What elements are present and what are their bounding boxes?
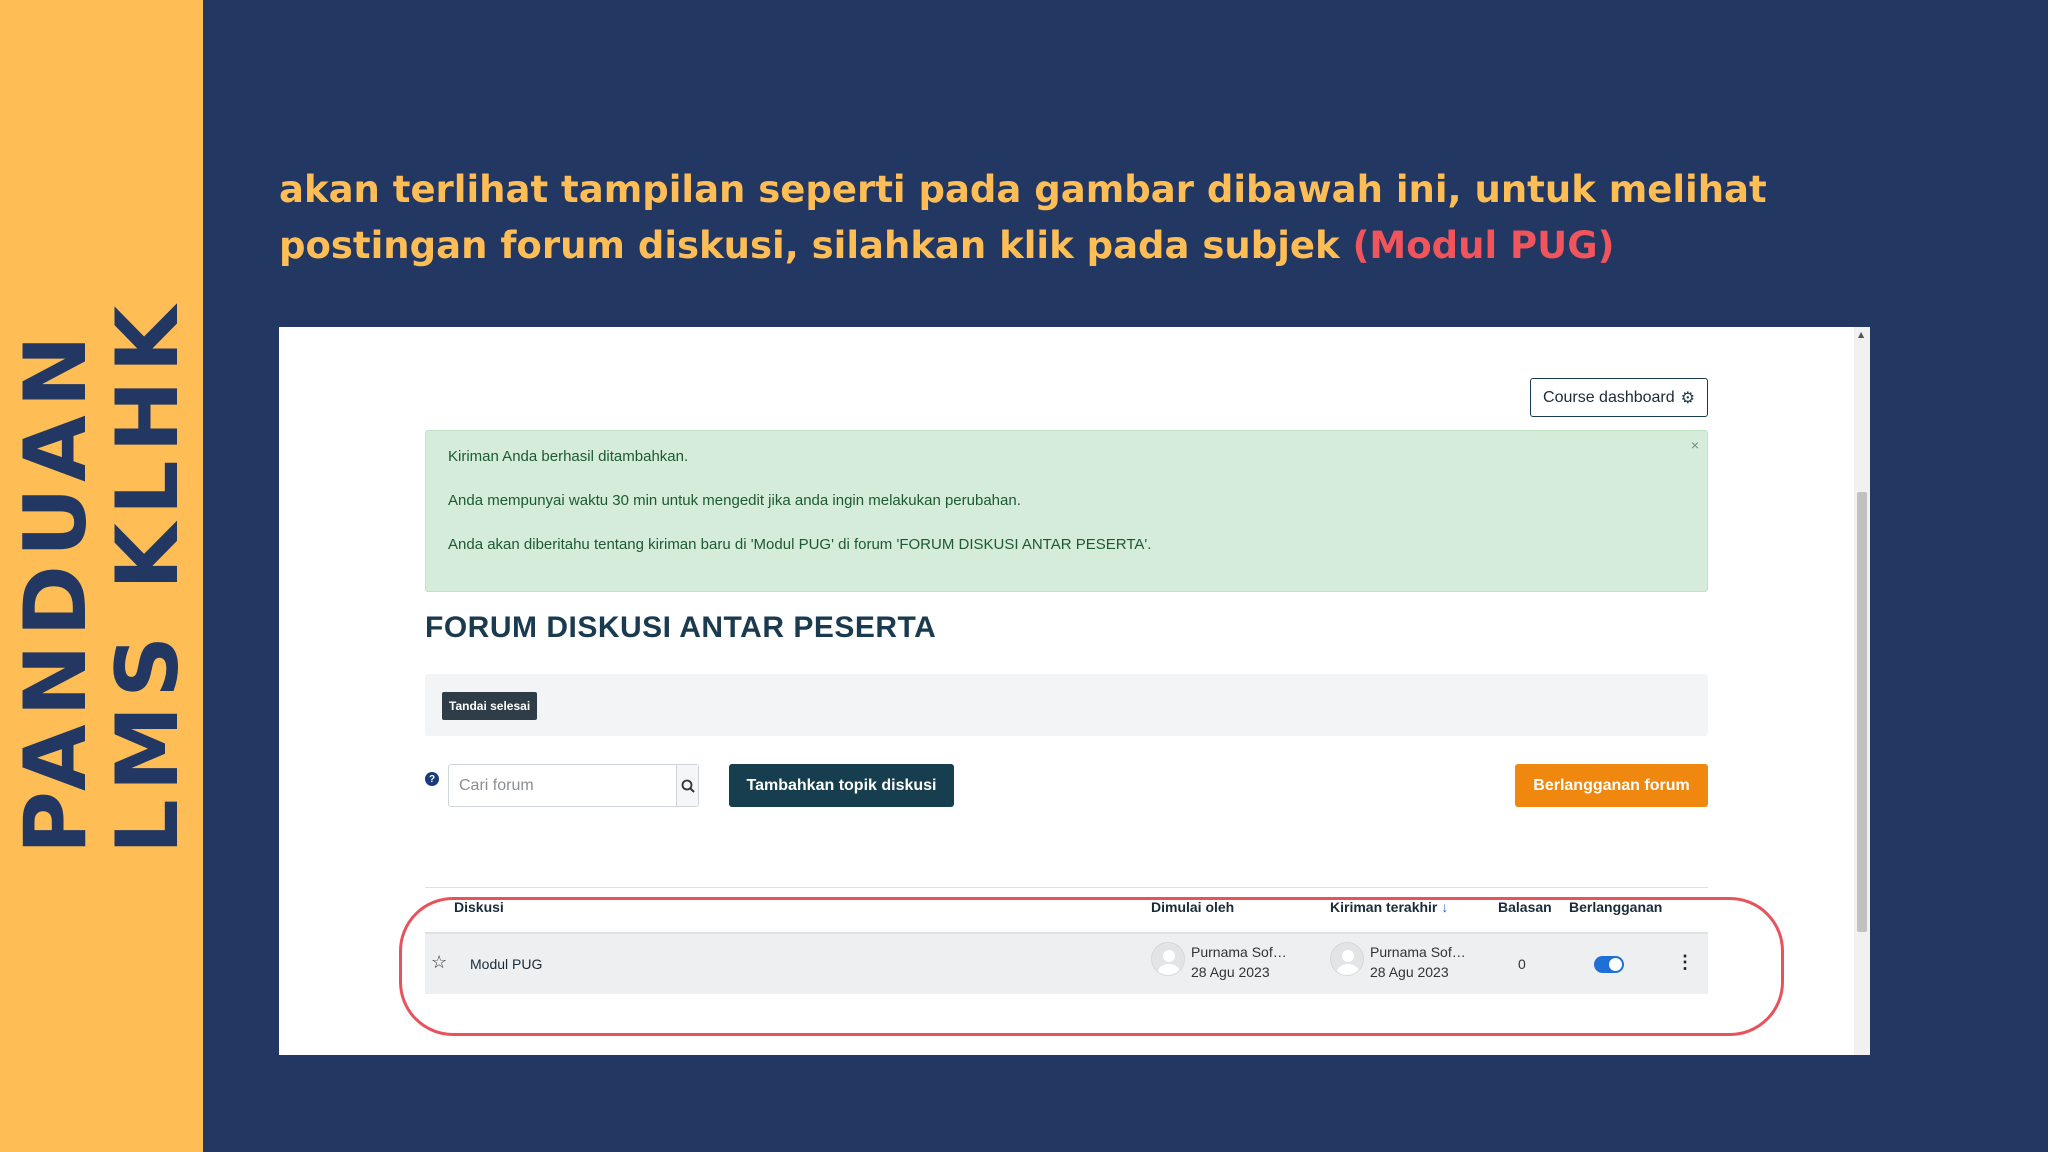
alert-line-1: Kiriman Anda berhasil ditambahkan. [448,448,689,465]
side-title-line1: PANDUAN [6,327,106,855]
search-icon [681,779,695,793]
instruction-highlight: (Modul PUG) [1352,224,1615,267]
help-icon[interactable]: ? [425,772,439,786]
scroll-up-arrow-icon[interactable]: ▲ [1858,331,1864,339]
scrollbar[interactable]: ▲ [1854,327,1870,1055]
completion-bar: Tandai selesai [425,674,1708,736]
divider [425,887,1708,888]
instruction-text: akan terlihat tampilan seperti pada gamb… [279,162,1869,274]
alert-line-3: Anda akan diberitahu tentang kiriman bar… [448,536,1152,553]
course-dashboard-label: Course dashboard [1543,388,1675,406]
subscribe-forum-button[interactable]: Berlangganan forum [1515,764,1708,807]
alert-line-2: Anda mempunyai waktu 30 min untuk menged… [448,492,1021,509]
close-icon[interactable]: × [1691,437,1699,453]
mark-done-button[interactable]: Tandai selesai [442,692,538,720]
gear-icon: ⚙ [1680,389,1695,407]
highlight-ring [399,897,1784,1036]
scrollbar-thumb[interactable] [1857,492,1867,932]
success-alert: × Kiriman Anda berhasil ditambahkan. And… [425,430,1708,592]
search-button[interactable] [676,765,698,806]
forum-title: FORUM DISKUSI ANTAR PESERTA [425,611,937,644]
side-title: PANDUAN LMS KLHK [6,297,198,855]
search-input[interactable] [449,765,676,806]
course-dashboard-button[interactable]: Course dashboard ⚙ [1530,378,1708,417]
side-title-line2: LMS KLHK [98,297,198,855]
side-band: PANDUAN LMS KLHK [0,0,203,1152]
add-topic-button[interactable]: Tambahkan topik diskusi [729,764,954,807]
search-box [448,764,699,807]
